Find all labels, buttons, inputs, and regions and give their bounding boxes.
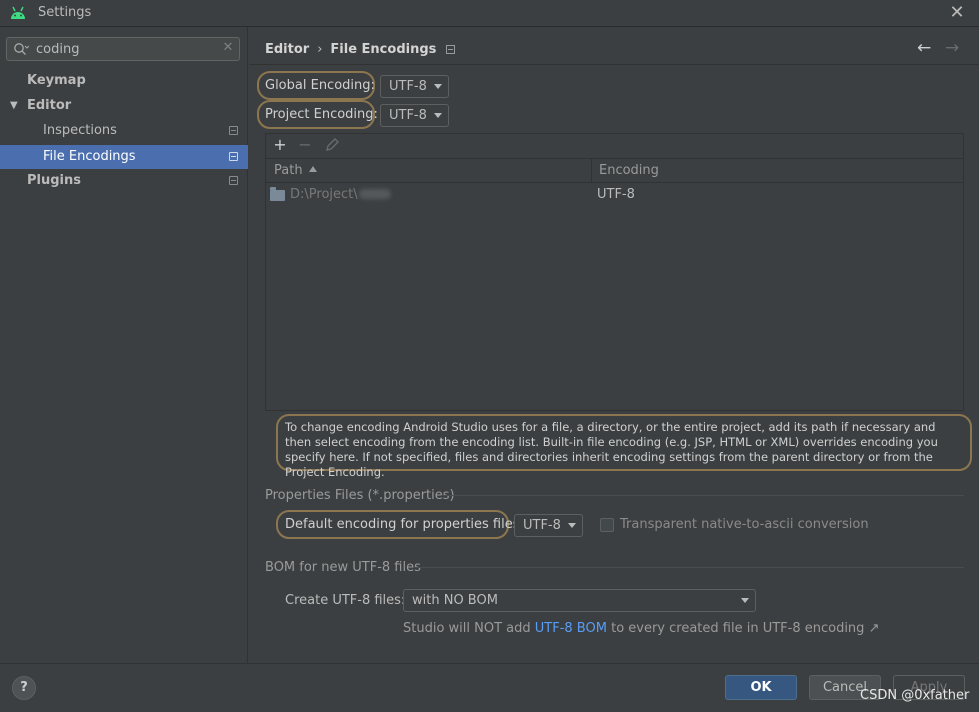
remove-icon[interactable]: −: [295, 135, 315, 155]
android-icon: [11, 6, 25, 19]
breadcrumb-file-encodings: File Encodings: [330, 42, 437, 57]
native-to-ascii-label[interactable]: Transparent native-to-ascii conversion: [620, 517, 869, 532]
column-divider[interactable]: [591, 159, 592, 183]
row-encoding[interactable]: UTF-8: [597, 183, 635, 207]
chevron-down-icon[interactable]: ▼: [10, 94, 18, 118]
project-settings-icon: [229, 152, 238, 161]
native-to-ascii-checkbox[interactable]: [600, 518, 614, 532]
chevron-down-icon: [434, 113, 442, 118]
column-header-encoding[interactable]: Encoding: [599, 159, 659, 183]
properties-encoding-dropdown[interactable]: UTF-8: [514, 514, 583, 537]
global-encoding-value: UTF-8: [389, 79, 427, 94]
properties-encoding-value: UTF-8: [523, 518, 561, 533]
redacted-path-blur: [358, 189, 391, 199]
global-encoding-dropdown[interactable]: UTF-8: [380, 75, 449, 98]
forward-arrow-icon[interactable]: →: [945, 38, 963, 58]
breadcrumb-editor[interactable]: Editor: [265, 42, 309, 57]
bom-section-title: BOM for new UTF-8 files: [265, 560, 421, 575]
back-arrow-icon[interactable]: ←: [917, 38, 935, 58]
bom-dropdown-value: with NO BOM: [412, 593, 498, 608]
section-divider: [413, 567, 964, 568]
settings-search-box[interactable]: ✕: [6, 37, 240, 61]
sidebar-item-label: Editor: [27, 98, 72, 113]
search-icon: [14, 43, 29, 55]
bom-note-suffix: to every created file in UTF-8 encoding: [611, 621, 865, 636]
breadcrumb: Editor › File Encodings: [265, 41, 456, 59]
title-bar: [0, 0, 979, 27]
sidebar-item-inspections[interactable]: Inspections: [0, 119, 248, 143]
sidebar-item-label: Inspections: [43, 123, 117, 138]
column-header-path[interactable]: Path: [274, 159, 317, 183]
external-link-icon[interactable]: ↗: [869, 621, 880, 636]
sidebar-item-label: File Encodings: [43, 149, 136, 164]
table-toolbar: + −: [265, 133, 964, 158]
breadcrumb-separator: ›: [317, 42, 323, 57]
encoding-info-text: To change encoding Android Studio uses f…: [285, 420, 938, 479]
properties-encoding-label: Default encoding for properties files:: [285, 517, 524, 532]
help-button[interactable]: ?: [12, 676, 36, 700]
file-encodings-table: Path Encoding D:\Project\ UTF-8: [265, 158, 964, 411]
sidebar-item-editor[interactable]: ▼ Editor: [0, 94, 248, 118]
search-input[interactable]: [36, 41, 216, 57]
bom-dropdown[interactable]: with NO BOM: [403, 589, 756, 612]
close-window-icon[interactable]: ✕: [946, 2, 968, 24]
window-title: Settings: [38, 5, 92, 20]
watermark: CSDN @0xfather: [860, 688, 970, 703]
edit-pencil-icon[interactable]: [322, 135, 342, 155]
row-path: D:\Project\: [290, 183, 391, 207]
chevron-down-icon: [741, 598, 749, 603]
header-divider: [249, 64, 979, 65]
properties-section-title: Properties Files (*.properties): [265, 488, 455, 503]
global-encoding-label: Global Encoding:: [265, 78, 375, 93]
sidebar-item-label: Keymap: [27, 73, 86, 88]
sidebar-item-file-encodings[interactable]: File Encodings: [0, 145, 248, 169]
utf8-bom-link[interactable]: UTF-8 BOM: [535, 621, 607, 636]
project-settings-icon: [446, 45, 456, 54]
add-icon[interactable]: +: [270, 135, 290, 155]
chevron-down-icon: [434, 84, 442, 89]
row-path-text: D:\Project\: [290, 187, 358, 202]
sidebar-item-plugins[interactable]: Plugins: [0, 169, 248, 193]
bom-note-prefix: Studio will NOT add: [403, 621, 531, 636]
sort-ascending-icon: [308, 166, 317, 172]
chevron-down-icon: [568, 523, 576, 528]
clear-search-icon[interactable]: ✕: [221, 40, 235, 56]
table-header: Path Encoding: [266, 159, 963, 183]
project-settings-icon: [229, 126, 238, 135]
sidebar-item-keymap[interactable]: Keymap: [0, 69, 248, 93]
project-encoding-label: Project Encoding:: [265, 107, 378, 122]
sidebar-item-label: Plugins: [27, 173, 81, 188]
project-encoding-value: UTF-8: [389, 108, 427, 123]
column-header-label: Path: [274, 163, 303, 178]
project-settings-icon: [229, 176, 238, 185]
section-divider: [441, 495, 964, 496]
bom-note: Studio will NOT add UTF-8 BOM to every c…: [403, 621, 879, 636]
project-encoding-dropdown[interactable]: UTF-8: [380, 104, 449, 127]
create-utf8-label: Create UTF-8 files:: [285, 593, 406, 608]
table-row[interactable]: D:\Project\ UTF-8: [266, 183, 963, 207]
folder-icon: [270, 187, 285, 201]
ok-button[interactable]: OK: [725, 675, 797, 700]
